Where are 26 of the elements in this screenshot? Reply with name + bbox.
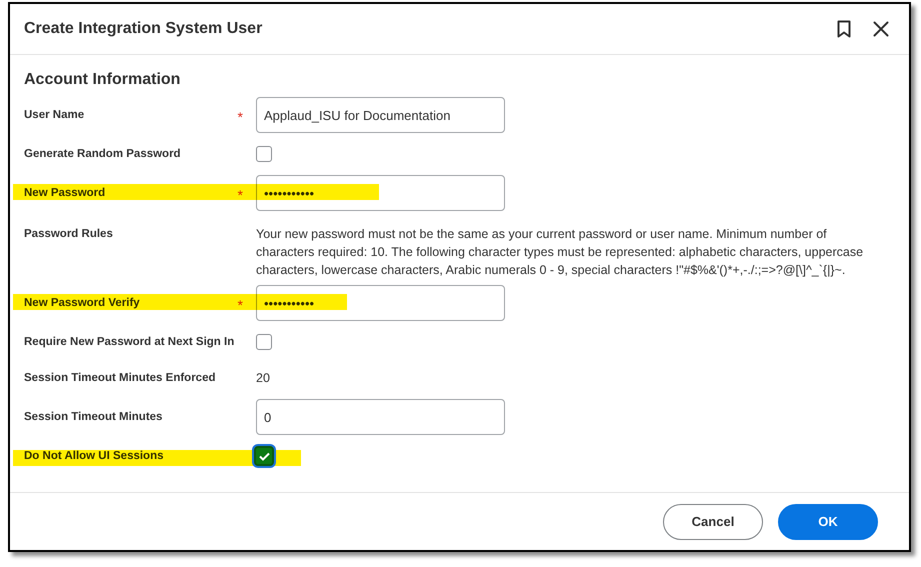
input-field[interactable]: 0	[256, 399, 505, 435]
field-label: Session Timeout Minutes	[24, 410, 162, 425]
field-label: New Password	[24, 186, 106, 201]
field-value: 20	[256, 371, 270, 385]
close-icon[interactable]	[873, 21, 889, 37]
ok-button[interactable]: OK	[778, 504, 878, 540]
field-label: Do Not Allow UI Sessions	[24, 449, 164, 464]
checkbox[interactable]	[254, 446, 274, 466]
check-icon	[258, 452, 270, 460]
field-label: Session Timeout Minutes Enforced	[24, 371, 216, 386]
required-mark: *	[238, 186, 243, 202]
bookmark-icon[interactable]	[837, 20, 851, 38]
required-mark: *	[238, 108, 243, 124]
cancel-button[interactable]: Cancel	[663, 504, 763, 540]
dialog-title: Create Integration System User	[24, 19, 262, 39]
checkbox[interactable]	[256, 146, 272, 162]
password-rules-text: Your new password must not be the same as your current password or user name. Minimum number of characters required: 10. The following character types must be represented: alphabetic characters, uppercase characters, lowercase characters, Arabic numerals 0 - 9, special characters !"#$%&'()*+,-./:;=>?@[\]^_`{|}~.	[256, 226, 864, 279]
input-field[interactable]: Applaud_ISU for Documentation	[256, 97, 505, 133]
required-mark: *	[238, 296, 243, 312]
field-label: New Password Verify	[24, 296, 140, 311]
section-heading: Account Information	[24, 70, 182, 90]
field-label: Require New Password at Next Sign In	[24, 335, 234, 350]
field-label: Password Rules	[24, 227, 113, 242]
checkbox[interactable]	[256, 334, 272, 350]
field-label: Generate Random Password	[24, 147, 181, 162]
field-label: User Name	[24, 108, 84, 123]
